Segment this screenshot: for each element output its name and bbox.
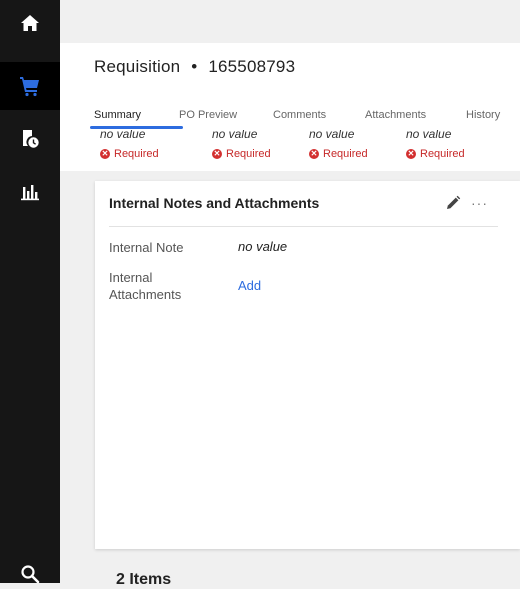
nav-search[interactable] — [0, 560, 60, 588]
nav-reports[interactable] — [0, 178, 60, 206]
pencil-icon[interactable] — [445, 195, 461, 211]
internal-note-value: no value — [238, 239, 288, 254]
divider — [109, 226, 498, 227]
field-value: no value — [309, 130, 355, 141]
shopping-cart-icon — [20, 77, 39, 97]
required-indicator: ✕ Required — [100, 148, 159, 160]
required-text: Required — [420, 148, 465, 160]
internal-attachments-label: Internal Attachments — [109, 269, 181, 303]
internal-notes-card: Internal Notes and Attachments ··· Inter… — [95, 181, 520, 549]
field-value: no value — [100, 130, 146, 141]
field-value: no value — [406, 130, 452, 141]
nav-home[interactable] — [0, 8, 60, 38]
tab-comments[interactable]: Comments — [273, 107, 365, 131]
required-text: Required — [226, 148, 271, 160]
card-actions: ··· — [445, 195, 488, 211]
error-icon: ✕ — [100, 149, 110, 159]
tab-history[interactable]: History — [466, 107, 500, 131]
label-line: Internal — [109, 270, 153, 285]
bar-chart-icon — [21, 185, 39, 201]
error-icon: ✕ — [309, 149, 319, 159]
label-line: Attachments — [109, 287, 182, 302]
required-field[interactable]: no value ✕ Required — [406, 130, 465, 160]
left-nav-rail — [0, 0, 60, 584]
error-icon: ✕ — [406, 149, 416, 159]
requisition-number: 165508793 — [208, 57, 296, 76]
tab-attachments[interactable]: Attachments — [365, 107, 466, 131]
nav-cart[interactable] — [0, 62, 60, 110]
requisition-header: Requisition • 165508793 Summary PO Previ… — [60, 43, 520, 141]
title-separator: • — [191, 57, 198, 76]
home-icon — [21, 15, 39, 31]
required-field[interactable]: no value ✕ Required — [212, 130, 271, 160]
required-fields-strip: no value ✕ Required no value ✕ Required … — [60, 130, 520, 171]
requisition-label: Requisition — [94, 57, 181, 76]
items-section-heading: 2 Items — [116, 571, 172, 588]
required-field[interactable]: no value ✕ Required — [309, 130, 368, 160]
document-clock-icon — [23, 130, 39, 148]
field-value: no value — [212, 130, 258, 141]
search-icon — [21, 565, 40, 584]
nav-pending[interactable] — [0, 124, 60, 154]
required-indicator: ✕ Required — [212, 148, 271, 160]
add-attachment-link[interactable]: Add — [238, 278, 261, 293]
required-indicator: ✕ Required — [309, 148, 368, 160]
tab-po-preview[interactable]: PO Preview — [179, 107, 273, 131]
required-field[interactable]: no value ✕ Required — [100, 130, 159, 160]
required-text: Required — [114, 148, 159, 160]
card-title: Internal Notes and Attachments — [109, 195, 320, 211]
more-options-button[interactable]: ··· — [471, 196, 488, 210]
tab-bar: Summary PO Preview Comments Attachments … — [90, 107, 520, 131]
tab-summary[interactable]: Summary — [90, 107, 183, 131]
required-indicator: ✕ Required — [406, 148, 465, 160]
error-icon: ✕ — [212, 149, 222, 159]
internal-note-label: Internal Note — [109, 240, 184, 255]
page-title: Requisition • 165508793 — [94, 57, 295, 77]
required-text: Required — [323, 148, 368, 160]
